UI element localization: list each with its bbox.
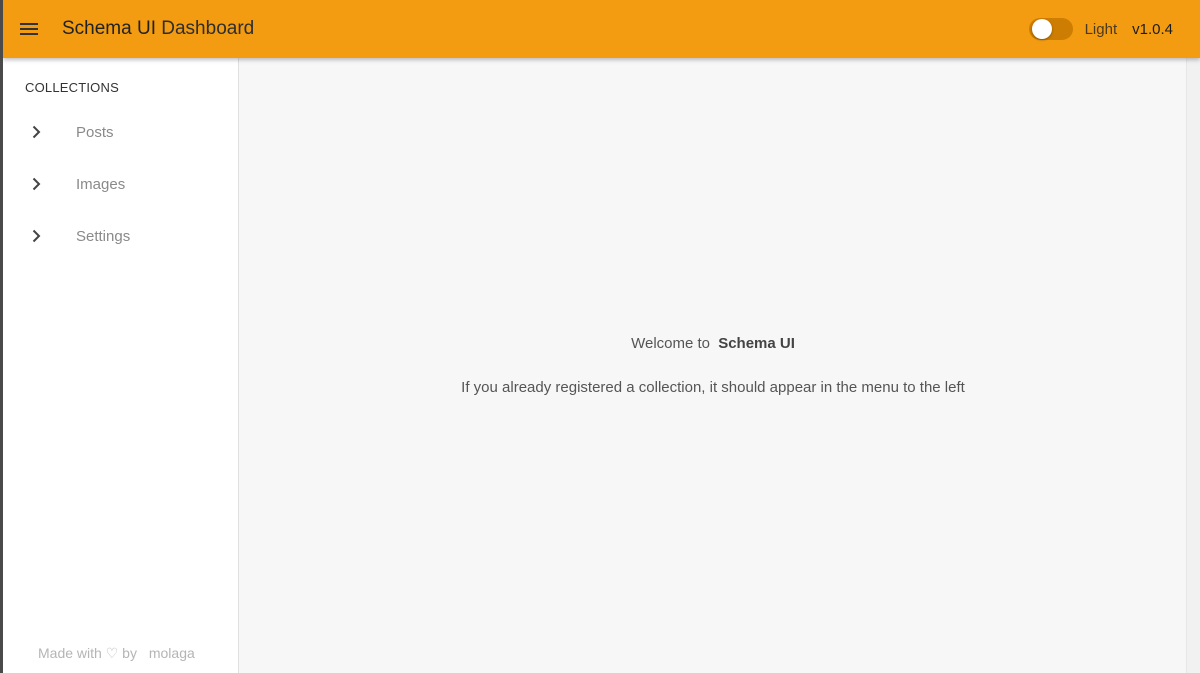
sidebar-item-images[interactable]: Images	[3, 160, 238, 208]
main-content: Welcome to Schema UI If you already regi…	[239, 58, 1186, 673]
menu-button[interactable]	[4, 0, 54, 58]
theme-label: Light	[1084, 20, 1118, 38]
chevron-right-icon	[32, 229, 41, 243]
app-title-strong: Schema UI	[62, 18, 156, 39]
sidebar-item-settings[interactable]: Settings	[3, 212, 238, 260]
sidebar: COLLECTIONS Posts Images Settings Made w…	[3, 58, 239, 673]
sidebar-item-posts[interactable]: Posts	[3, 108, 238, 156]
collection-hint: If you already registered a collection, …	[461, 379, 965, 396]
chevron-right-icon	[32, 125, 41, 139]
heart-icon: ♡	[105, 645, 119, 661]
footer-made-with: Made with	[38, 645, 102, 661]
window-left-edge	[0, 0, 3, 673]
app-title: Schema UI Dashboard	[62, 18, 254, 40]
sidebar-footer: Made with ♡ by molaga	[38, 645, 195, 662]
app-title-light: Dashboard	[161, 18, 255, 39]
sidebar-item-label: Posts	[76, 123, 114, 141]
collections-heading: COLLECTIONS	[25, 80, 119, 95]
scrollbar-track[interactable]	[1186, 58, 1200, 673]
top-app-bar: Schema UI Dashboard Light v1.0.4	[3, 0, 1200, 58]
welcome-message: Welcome to Schema UI	[239, 335, 1187, 352]
sidebar-item-label: Settings	[76, 227, 131, 245]
author-link[interactable]: molaga	[149, 645, 195, 661]
welcome-brand: Schema UI	[718, 335, 795, 352]
sidebar-item-label: Images	[76, 175, 126, 193]
welcome-prefix: Welcome to	[631, 335, 711, 352]
chevron-right-icon	[32, 177, 41, 191]
version-label: v1.0.4	[1132, 20, 1173, 38]
hamburger-menu-icon	[20, 23, 38, 35]
theme-toggle[interactable]	[1028, 16, 1073, 42]
theme-toggle-knob	[1031, 19, 1052, 39]
footer-by: by	[122, 645, 137, 661]
